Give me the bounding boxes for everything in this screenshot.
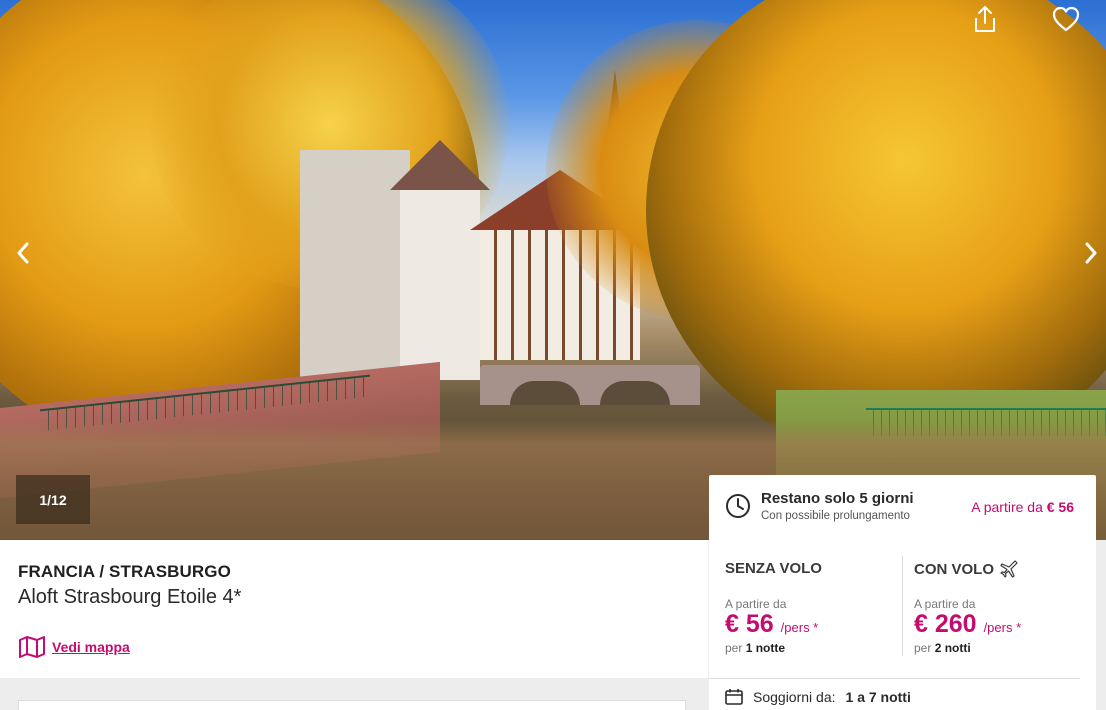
offer-nights: per 2 notti <box>914 641 971 655</box>
offer-nights-value: 1 notte <box>745 641 786 655</box>
offer-nights-value: 2 notti <box>934 641 971 655</box>
divider <box>709 678 1080 679</box>
stay-range: 1 a 7 notti <box>845 688 911 705</box>
promo-banner: Restano solo 5 giorni Con possibile prol… <box>709 475 1096 540</box>
calendar-icon <box>725 689 743 705</box>
offer-price-amount: € 56 <box>725 610 774 638</box>
stay-label: Soggiorni da: <box>753 688 836 705</box>
view-map-label: Vedi mappa <box>52 639 130 655</box>
hotel-location: FRANCIA / STRASBURGO <box>18 562 231 581</box>
offer-per-label: per <box>914 641 932 655</box>
gallery-counter: 1/12 <box>16 475 90 524</box>
view-map-link[interactable]: Vedi mappa <box>18 635 130 659</box>
promo-subtitle: Con possibile prolungamento <box>761 510 910 522</box>
map-icon <box>19 636 45 658</box>
promo-price: € 56 <box>1046 499 1074 515</box>
offer-price-unit: /pers * <box>780 620 819 635</box>
heart-icon <box>1052 6 1080 32</box>
stay-duration: Soggiorni da: 1 a 7 notti <box>725 688 911 705</box>
offer-nights: per 1 notte <box>725 641 785 655</box>
offer-from-label: A partire da <box>914 597 976 611</box>
offer-with-flight[interactable]: CON VOLO A partire da € 260 /pers * per … <box>914 540 1092 678</box>
price-panel: SENZA VOLO A partire da € 56 /pers * per… <box>709 540 1096 710</box>
photo-building <box>390 140 490 380</box>
hotel-info: FRANCIA / STRASBURGO Aloft Strasbourg Et… <box>0 540 708 678</box>
clock-icon <box>726 494 750 518</box>
share-button[interactable] <box>968 2 1002 36</box>
offer-without-flight[interactable]: SENZA VOLO A partire da € 56 /pers * per… <box>725 540 903 678</box>
offer-per-label: per <box>725 641 743 655</box>
airplane-icon <box>1000 560 1018 578</box>
content-card-top <box>18 700 686 710</box>
offer-price-amount: € 260 <box>914 610 977 638</box>
promo-from-price: A partire da € 56 <box>971 499 1074 515</box>
offer-title-text: CON VOLO <box>914 560 995 578</box>
offer-price: € 56 /pers * <box>725 610 818 639</box>
favorite-button[interactable] <box>1049 2 1083 36</box>
share-icon <box>975 6 995 32</box>
offer-from-label: A partire da <box>725 597 787 611</box>
hero-gallery[interactable]: 1/12 <box>0 0 1106 540</box>
promo-title: Restano solo 5 giorni <box>761 490 914 507</box>
chevron-right-icon <box>1085 242 1097 264</box>
offer-price-unit: /pers * <box>983 620 1022 635</box>
photo-bridge <box>480 365 700 405</box>
gallery-prev-button[interactable] <box>8 236 38 270</box>
offer-title-text: SENZA VOLO <box>725 560 822 577</box>
hotel-name: Aloft Strasbourg Etoile 4* <box>18 586 242 608</box>
offer-title: SENZA VOLO <box>725 560 822 577</box>
divider <box>902 556 903 656</box>
gallery-next-button[interactable] <box>1076 236 1106 270</box>
promo-from-label: A partire da <box>971 499 1043 515</box>
chevron-left-icon <box>17 242 29 264</box>
offer-title: CON VOLO <box>914 560 1018 578</box>
offer-price: € 260 /pers * <box>914 610 1021 639</box>
